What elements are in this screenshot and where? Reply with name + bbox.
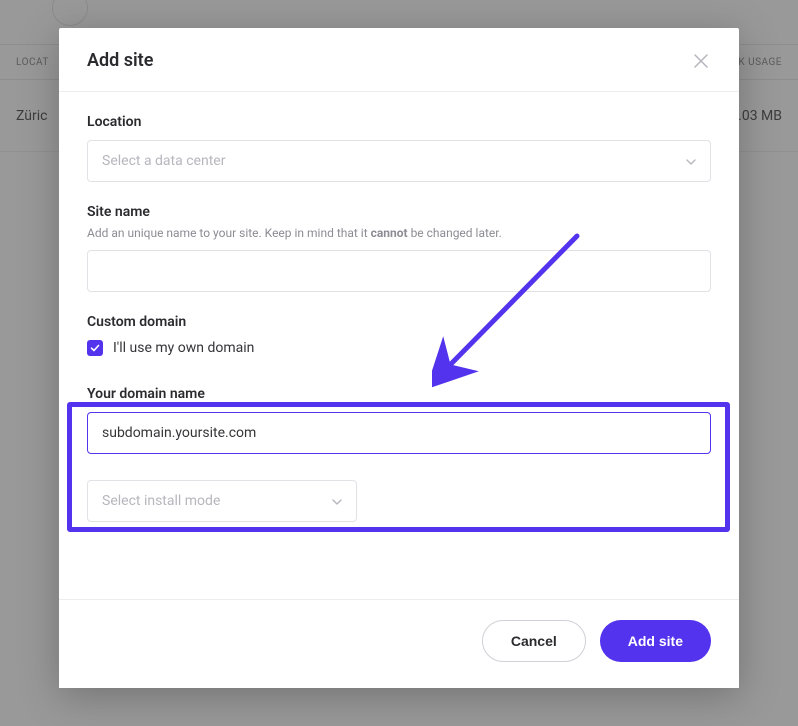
- domain-name-input[interactable]: subdomain.yoursite.com: [87, 412, 711, 454]
- modal-title: Add site: [87, 50, 153, 71]
- own-domain-checkbox-row[interactable]: I'll use my own domain: [87, 340, 711, 356]
- site-name-field: Site name Add an unique name to your sit…: [87, 204, 711, 292]
- add-site-modal: Add site Location Select a data center S…: [59, 28, 739, 688]
- modal-header: Add site: [59, 28, 739, 92]
- custom-domain-label: Custom domain: [87, 314, 711, 330]
- domain-name-label: Your domain name: [87, 386, 711, 402]
- install-mode-select[interactable]: Select install mode: [87, 480, 357, 522]
- add-site-button[interactable]: Add site: [600, 620, 711, 662]
- modal-body: Location Select a data center Site name …: [59, 92, 739, 532]
- custom-domain-field: Custom domain I'll use my own domain: [87, 314, 711, 356]
- install-mode-placeholder: Select install mode: [102, 493, 220, 509]
- modal-footer: Cancel Add site: [59, 599, 739, 688]
- chevron-down-icon: [686, 153, 696, 169]
- chevron-down-icon: [332, 493, 342, 509]
- close-icon: [694, 54, 708, 68]
- site-name-help: Add an unique name to your site. Keep in…: [87, 226, 711, 240]
- cancel-button[interactable]: Cancel: [482, 620, 586, 662]
- site-name-label: Site name: [87, 204, 711, 220]
- own-domain-label: I'll use my own domain: [113, 340, 254, 356]
- close-button[interactable]: [691, 51, 711, 71]
- site-name-input[interactable]: [87, 250, 711, 292]
- location-select[interactable]: Select a data center: [87, 140, 711, 182]
- location-field: Location Select a data center: [87, 114, 711, 182]
- checkbox-checked-icon: [87, 340, 103, 356]
- location-placeholder: Select a data center: [102, 153, 225, 169]
- location-label: Location: [87, 114, 711, 130]
- domain-name-field: Your domain name subdomain.yoursite.com: [87, 370, 711, 454]
